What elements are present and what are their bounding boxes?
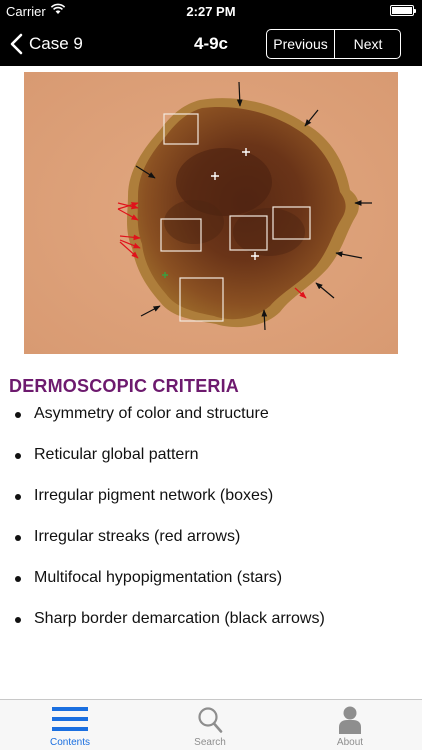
bullet-icon [15,453,21,459]
dermoscopy-image [24,72,398,354]
criteria-text: Asymmetry of color and structure [34,405,269,422]
list-item: Irregular pigment network (boxes) [0,485,422,526]
page-title: 4-9c [193,34,229,53]
status-bar: Carrier 2:27 PM [0,0,422,22]
next-button[interactable]: Next [335,30,400,58]
search-icon [197,706,223,739]
back-button-label: Case 9 [29,34,83,53]
list-item: Sharp border demarcation (black arrows) [0,608,422,649]
tab-search[interactable]: Search [160,700,260,750]
back-button[interactable]: Case 9 [10,22,83,66]
bullet-icon [15,412,21,418]
section-title: DERMOSCOPIC CRITERIA [9,376,240,396]
previous-button[interactable]: Previous [267,30,335,58]
list-item: Multifocal hypopigmentation (stars) [0,567,422,608]
list-item: Reticular global pattern [0,444,422,485]
bullet-icon [15,535,21,541]
tab-label: Contents [49,737,91,748]
criteria-text: Sharp border demarcation (black arrows) [34,610,325,627]
criteria-text: Irregular streaks (red arrows) [34,528,241,545]
navigation-bar: Case 9 4-9c Previous Next [0,22,422,66]
criteria-text: Multifocal hypopigmentation (stars) [34,569,283,586]
prev-next-segmented-control: Previous Next [266,29,401,59]
bullet-icon [15,617,21,623]
criteria-text: Reticular global pattern [34,446,199,463]
tab-label: Search [194,737,226,748]
tab-contents[interactable]: Contents [20,700,120,750]
tab-label: About [336,737,364,748]
list-item: Irregular streaks (red arrows) [0,526,422,567]
tab-about[interactable]: About [300,700,400,750]
bullet-icon [15,494,21,500]
criteria-list: Asymmetry of color and structure Reticul… [0,403,422,649]
chevron-left-icon [10,33,23,55]
battery-icon [390,5,416,16]
person-icon [338,706,362,739]
list-item: Asymmetry of color and structure [0,403,422,444]
bullet-icon [15,576,21,582]
clock: 2:27 PM [186,4,236,19]
list-icon [52,706,88,737]
criteria-text: Irregular pigment network (boxes) [34,487,274,504]
tab-bar: Contents Search About [0,699,422,750]
